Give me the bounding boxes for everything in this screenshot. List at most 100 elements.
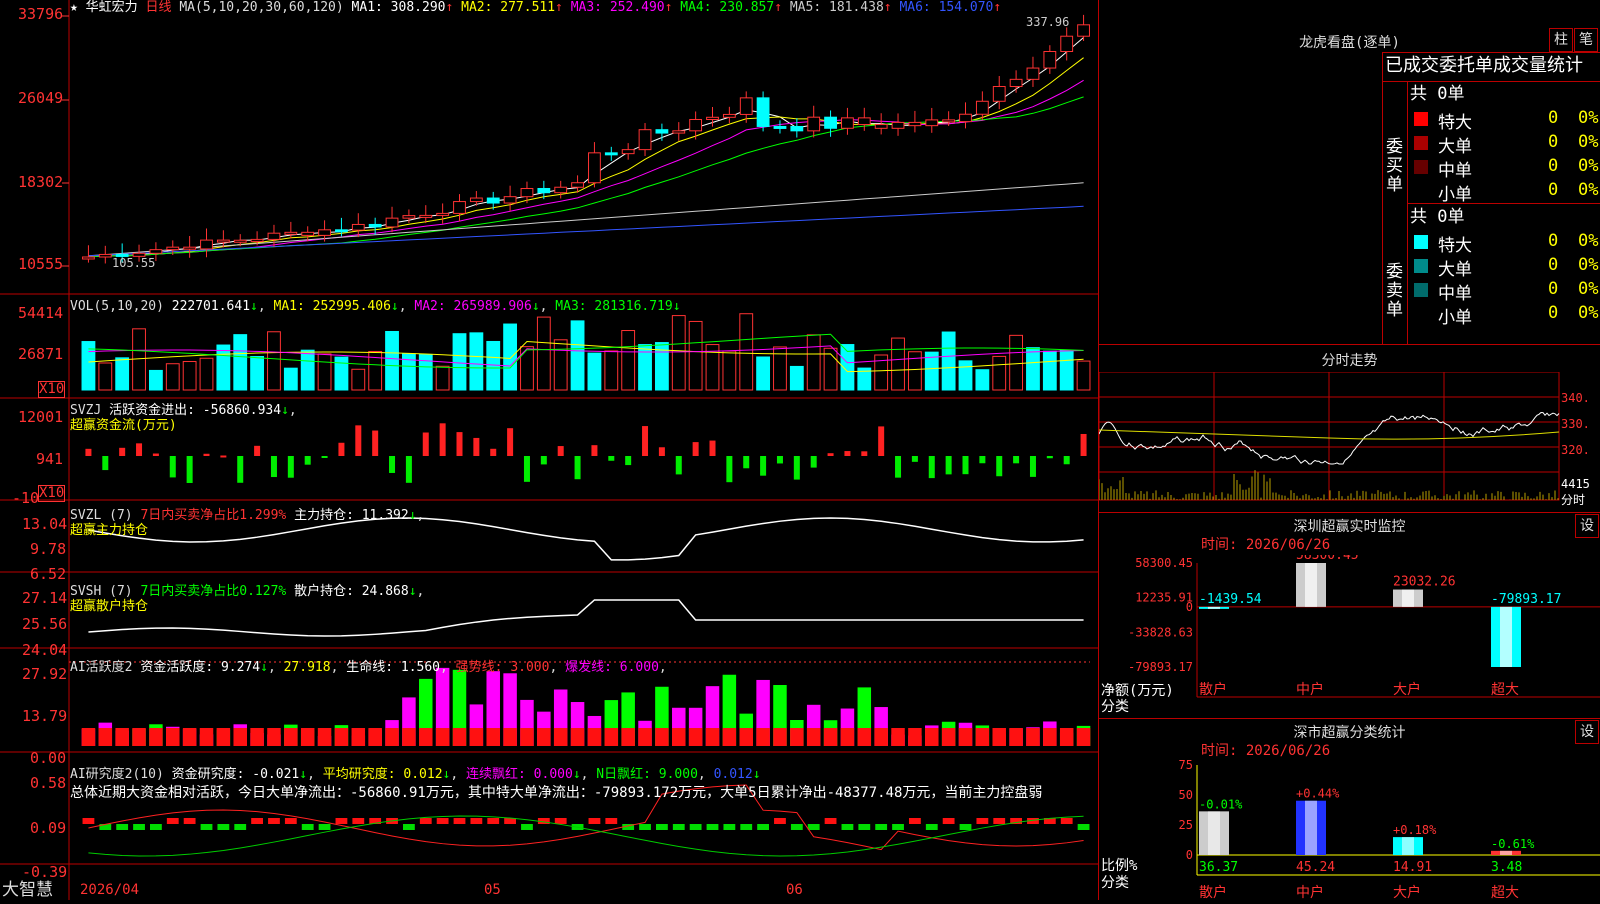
volume-bar — [891, 337, 905, 391]
volume-bar — [469, 332, 484, 391]
ma-line — [88, 37, 1084, 258]
candle-body — [908, 121, 922, 127]
ai-research-axis-2: 0.09 — [30, 819, 67, 837]
sz-stats-settings-button[interactable]: 设 — [1575, 720, 1599, 744]
date-axis-may: 05 — [484, 882, 501, 898]
monitor-axis-label: 58300.45 — [1135, 556, 1193, 570]
monitor-bar-highlight — [1402, 589, 1414, 607]
active-base-bar — [520, 728, 534, 746]
volume-bar — [536, 316, 551, 391]
monitor-value-label: 58300.45 — [1296, 555, 1359, 563]
pen-mode-button[interactable]: 笔 — [1574, 28, 1598, 52]
candle-body — [588, 152, 601, 184]
sz-monitor-ylabel: 净额(万元) — [1101, 683, 1174, 699]
active-base-bar — [722, 728, 737, 746]
active-base-bar — [149, 728, 163, 746]
row-percent: 0% — [1578, 180, 1599, 200]
candle-body — [453, 201, 466, 214]
kline-panel[interactable]: ★ 华虹宏力 日线 MA(5,10,20,30,60,120) MA1: 308… — [0, 0, 1099, 900]
active-base-bar — [132, 728, 146, 746]
retail-hold-line — [88, 599, 1084, 637]
period-label[interactable]: 日线 — [146, 0, 172, 15]
color-swatch — [1414, 235, 1428, 249]
monitor-value-label: -1439.54 — [1199, 592, 1262, 607]
svsh-axis-2: 25.56 — [22, 615, 68, 633]
research-bar — [133, 824, 145, 830]
sz-monitor-settings-button[interactable]: 设 — [1575, 514, 1599, 538]
volume-bar — [992, 355, 1007, 391]
flow-bar — [1080, 433, 1087, 456]
research-bar — [521, 824, 533, 830]
research-bar — [588, 818, 601, 824]
flow-bar — [540, 456, 547, 465]
candle-body — [857, 117, 871, 126]
intraday-chart[interactable] — [1099, 372, 1600, 512]
active-base-bar — [300, 728, 315, 746]
flow-bar — [237, 456, 244, 483]
row-percent: 0% — [1578, 132, 1599, 152]
stats-bar-highlight — [1402, 837, 1414, 855]
active-base-bar — [419, 728, 433, 746]
row-value: 0 — [1548, 132, 1559, 152]
star-icon[interactable]: ★ — [70, 0, 78, 15]
volume-bar — [688, 320, 703, 391]
svzl-axis-1: 13.04 — [22, 515, 68, 533]
ma5-value: MA5: 181.438 — [789, 0, 884, 15]
candle-body — [82, 256, 95, 260]
ma-line — [88, 205, 1084, 257]
flow-bar — [203, 453, 210, 456]
candle-body — [706, 116, 719, 120]
stats-bar-highlight — [1500, 850, 1512, 855]
sell-total: 共 0单 — [1410, 207, 1465, 227]
candle-body — [1060, 35, 1074, 53]
candle-body — [385, 217, 399, 228]
research-bar — [892, 824, 904, 830]
research-bar — [723, 824, 736, 830]
candle-body — [891, 121, 905, 129]
volume-bar — [671, 315, 686, 391]
svzl-subtitle: 超赢主力持仓 — [70, 523, 149, 538]
row-percent: 0% — [1578, 255, 1599, 275]
stats-axis-label: 50 — [1179, 788, 1193, 802]
volume-bar — [250, 356, 265, 391]
volume-bar — [756, 356, 771, 391]
flow-bar — [220, 455, 227, 458]
buy-orders-label: 委买单 — [1386, 137, 1403, 195]
volume-bar — [452, 333, 467, 391]
candle-body — [98, 253, 112, 258]
flow-bar — [945, 456, 952, 475]
active-base-bar — [941, 728, 956, 746]
row-value: 0 — [1548, 156, 1559, 176]
candle-body — [267, 232, 281, 240]
volume-bar — [941, 331, 956, 391]
color-swatch — [1414, 136, 1428, 150]
flow-bar — [439, 423, 446, 456]
stats-category-label: 超大 — [1491, 885, 1519, 900]
row-value: 0 — [1548, 231, 1559, 251]
research-bar — [706, 824, 719, 830]
active-base-bar — [233, 728, 247, 746]
active-base-bar — [672, 728, 686, 746]
candle-body — [992, 86, 1006, 102]
active-base-bar — [351, 728, 366, 746]
flow-bar — [658, 447, 665, 456]
flow-bar — [287, 456, 294, 478]
candle-body — [149, 249, 163, 254]
volume-bar — [503, 323, 518, 391]
row-label: 小单 — [1438, 185, 1472, 205]
svzj-header: SVZJ 活跃资金进出: -56860.934↓, — [70, 403, 297, 418]
chart-canvas[interactable] — [0, 0, 1098, 900]
bar-mode-button[interactable]: 柱 — [1549, 28, 1573, 52]
volume-bar — [300, 349, 315, 391]
ai-active-axis-1: 27.92 — [22, 665, 68, 683]
brand-logo: 大智慧 — [2, 880, 53, 900]
candle-body — [368, 223, 382, 228]
active-base-bar — [925, 728, 939, 746]
ai-active-axis-2: 13.79 — [22, 707, 68, 725]
candle-body — [739, 97, 753, 115]
ma4-value: MA4: 230.857 — [680, 0, 775, 15]
volume-bar — [975, 369, 990, 391]
flow-bar — [473, 437, 480, 456]
active-base-bar — [81, 728, 96, 746]
stats-bar-highlight — [1208, 811, 1220, 855]
